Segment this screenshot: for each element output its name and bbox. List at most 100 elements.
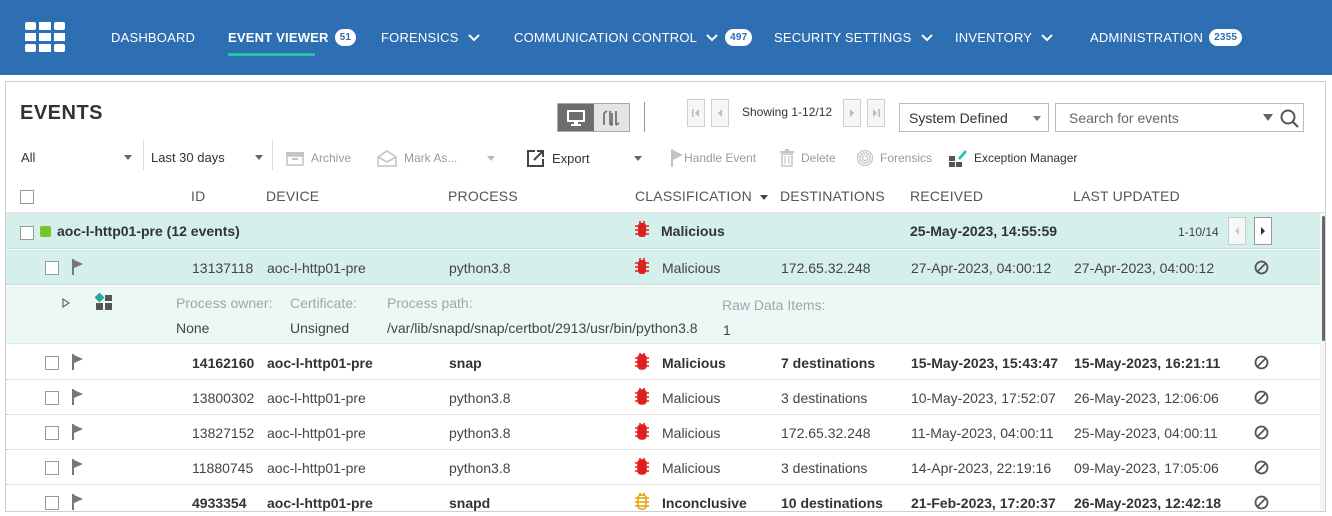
archive-button[interactable]: Archive (285, 146, 351, 170)
nav-forensics[interactable]: FORENSICS (381, 0, 481, 75)
next-page-button[interactable] (843, 99, 861, 127)
nav-inventory[interactable]: INVENTORY (955, 0, 1054, 75)
column-header-process[interactable]: PROCESS (448, 188, 518, 204)
last-page-icon (873, 109, 880, 117)
process-path-value: /var/lib/snapd/snap/certbot/2913/usr/bin… (387, 320, 698, 336)
filter-period-value: Last 30 days (151, 149, 225, 165)
group-classification: Malicious (661, 223, 725, 239)
device-view-button[interactable] (558, 104, 594, 131)
row-received: 21-Feb-2023, 17:20:37 (911, 495, 1056, 511)
chevron-down-icon (467, 33, 480, 41)
block-icon[interactable] (1254, 495, 1269, 510)
table-row[interactable]: 14162160 aoc-l-http01-pre snap Malicious 7 d… (6, 345, 1320, 380)
trash-icon (780, 149, 794, 167)
flag-icon[interactable] (71, 459, 85, 475)
nav-communication-control[interactable]: COMMUNICATION CONTROL 497 (514, 0, 753, 75)
first-page-button[interactable] (687, 99, 705, 127)
row-last-updated: 26-May-2023, 12:06:06 (1074, 390, 1219, 406)
fortinet-logo[interactable] (25, 22, 65, 52)
handle-event-button[interactable]: Handle Event (670, 146, 756, 170)
nav-security-settings[interactable]: SECURITY SETTINGS (774, 0, 934, 75)
row-checkbox[interactable] (45, 496, 59, 510)
scrollbar-thumb[interactable] (1322, 216, 1325, 341)
table-row[interactable]: 13137118 aoc-l-http01-pre python3.8 Mali… (6, 250, 1320, 285)
table-row[interactable]: 11880745 aoc-l-http01-pre python3.8 Malicio… (6, 450, 1320, 485)
row-id: 4933354 (192, 495, 247, 511)
fingerprint-icon (856, 149, 874, 167)
column-header-classification[interactable]: CLASSIFICATION (635, 188, 768, 204)
flag-icon[interactable] (71, 354, 85, 370)
group-next-button[interactable] (1254, 217, 1272, 245)
chevron-down-icon (706, 33, 718, 41)
block-icon[interactable] (1254, 460, 1269, 475)
filter-period-select[interactable]: Last 30 days (151, 142, 266, 172)
nav-event-viewer[interactable]: EVENT VIEWER 51 (228, 0, 357, 75)
prev-page-icon (718, 109, 722, 117)
table-row[interactable]: 4933354 aoc-l-http01-pre snapd Inconclusive… (6, 485, 1320, 511)
search-options-caret-icon[interactable] (1263, 114, 1273, 121)
flag-icon[interactable] (71, 259, 85, 275)
view-filter-select[interactable]: System Defined (899, 103, 1049, 132)
search-icon[interactable] (1280, 109, 1300, 129)
row-checkbox[interactable] (45, 426, 59, 440)
row-destinations: 172.65.32.248 (781, 425, 871, 441)
last-page-button[interactable] (867, 99, 885, 127)
group-prev-button[interactable] (1228, 217, 1246, 245)
row-checkbox[interactable] (45, 261, 59, 275)
nav-forensics-label: FORENSICS (381, 30, 459, 45)
row-process: snapd (449, 495, 491, 511)
prev-page-button[interactable] (711, 99, 729, 127)
table-row[interactable]: 13827152 aoc-l-http01-pre python3.8 Malicio… (6, 415, 1320, 450)
device-group-row[interactable]: aoc-l-http01-pre (12 events) Malicious 2… (6, 213, 1320, 249)
nav-dashboard[interactable]: DASHBOARD (111, 0, 195, 75)
top-navigation: DASHBOARD EVENT VIEWER 51 FORENSICS COMM… (0, 0, 1332, 75)
process-tree-icon[interactable] (95, 293, 113, 311)
column-header-received[interactable]: RECEIVED (910, 188, 983, 204)
exception-manager-icon (949, 150, 967, 167)
table-row[interactable]: 13800302 aoc-l-http01-pre python3.8 Malicio… (6, 380, 1320, 415)
nav-communication-control-label: COMMUNICATION CONTROL (514, 30, 698, 45)
row-checkbox[interactable] (45, 391, 59, 405)
block-icon[interactable] (1254, 260, 1269, 275)
block-icon[interactable] (1254, 390, 1269, 405)
filter-all-select[interactable]: All (21, 142, 136, 172)
column-header-last-updated[interactable]: LAST UPDATED (1073, 188, 1180, 204)
row-received: 27-Apr-2023, 04:00:12 (911, 260, 1052, 276)
next-page-icon (1261, 227, 1265, 235)
forensics-button[interactable]: Forensics (856, 146, 932, 170)
row-last-updated: 09-May-2023, 17:05:06 (1074, 460, 1219, 476)
exception-manager-button[interactable]: Exception Manager (948, 146, 1077, 170)
row-checkbox[interactable] (45, 356, 59, 370)
export-button[interactable]: Export (526, 146, 642, 170)
group-checkbox[interactable] (20, 226, 34, 240)
nav-administration[interactable]: ADMINISTRATION 2355 (1090, 0, 1243, 75)
column-header-id[interactable]: ID (191, 188, 205, 204)
administration-count-badge: 2355 (1209, 29, 1243, 46)
caret-down-icon (255, 155, 263, 160)
row-device: aoc-l-http01-pre (267, 425, 366, 441)
process-owner-value: None (176, 320, 210, 336)
delete-button[interactable]: Delete (779, 146, 836, 170)
flag-icon[interactable] (71, 424, 85, 440)
row-device: aoc-l-http01-pre (267, 260, 366, 276)
flag-icon (671, 149, 683, 167)
process-view-button[interactable] (593, 104, 629, 131)
group-device-name: aoc-l-http01-pre (12 events) (57, 223, 240, 239)
block-icon[interactable] (1254, 425, 1269, 440)
handle-event-label: Handle Event (684, 151, 757, 165)
row-received: 14-Apr-2023, 22:19:16 (911, 460, 1052, 476)
mark-as-label: Mark As... (404, 151, 458, 165)
block-icon[interactable] (1254, 355, 1269, 370)
malicious-bug-icon (635, 258, 649, 274)
row-classification: Inconclusive (662, 495, 747, 511)
row-checkbox[interactable] (45, 461, 59, 475)
column-header-destinations[interactable]: DESTINATIONS (780, 188, 885, 204)
flag-icon[interactable] (71, 389, 85, 405)
flag-icon[interactable] (71, 494, 85, 510)
column-header-device[interactable]: DEVICE (266, 188, 319, 204)
select-all-checkbox[interactable] (20, 190, 34, 204)
mark-as-button[interactable]: Mark As... (376, 146, 496, 170)
expand-arrow-icon[interactable] (62, 298, 70, 308)
search-input[interactable]: Search for events (1055, 103, 1304, 132)
certificate-label: Certificate: (290, 295, 357, 311)
